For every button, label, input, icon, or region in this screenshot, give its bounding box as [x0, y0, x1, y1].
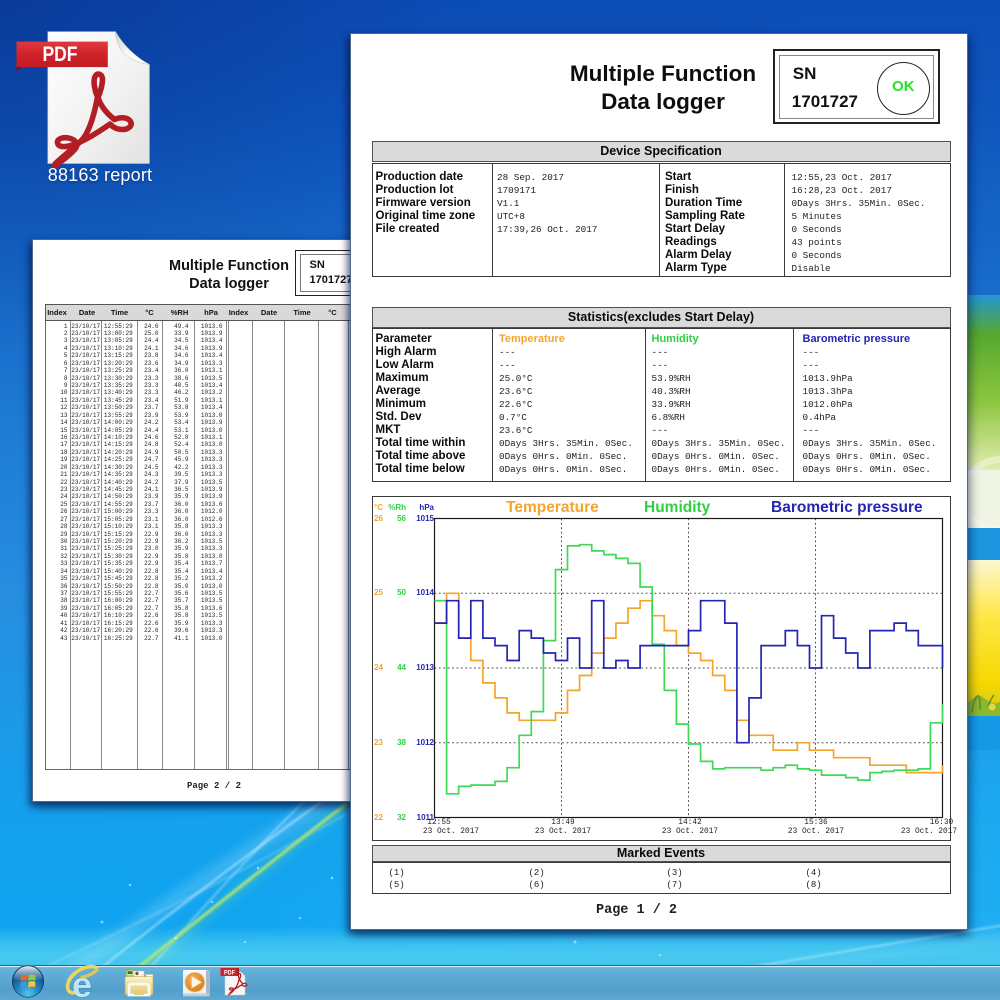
svg-text:PDF: PDF: [43, 43, 78, 66]
svg-text:PDF: PDF: [224, 971, 235, 977]
